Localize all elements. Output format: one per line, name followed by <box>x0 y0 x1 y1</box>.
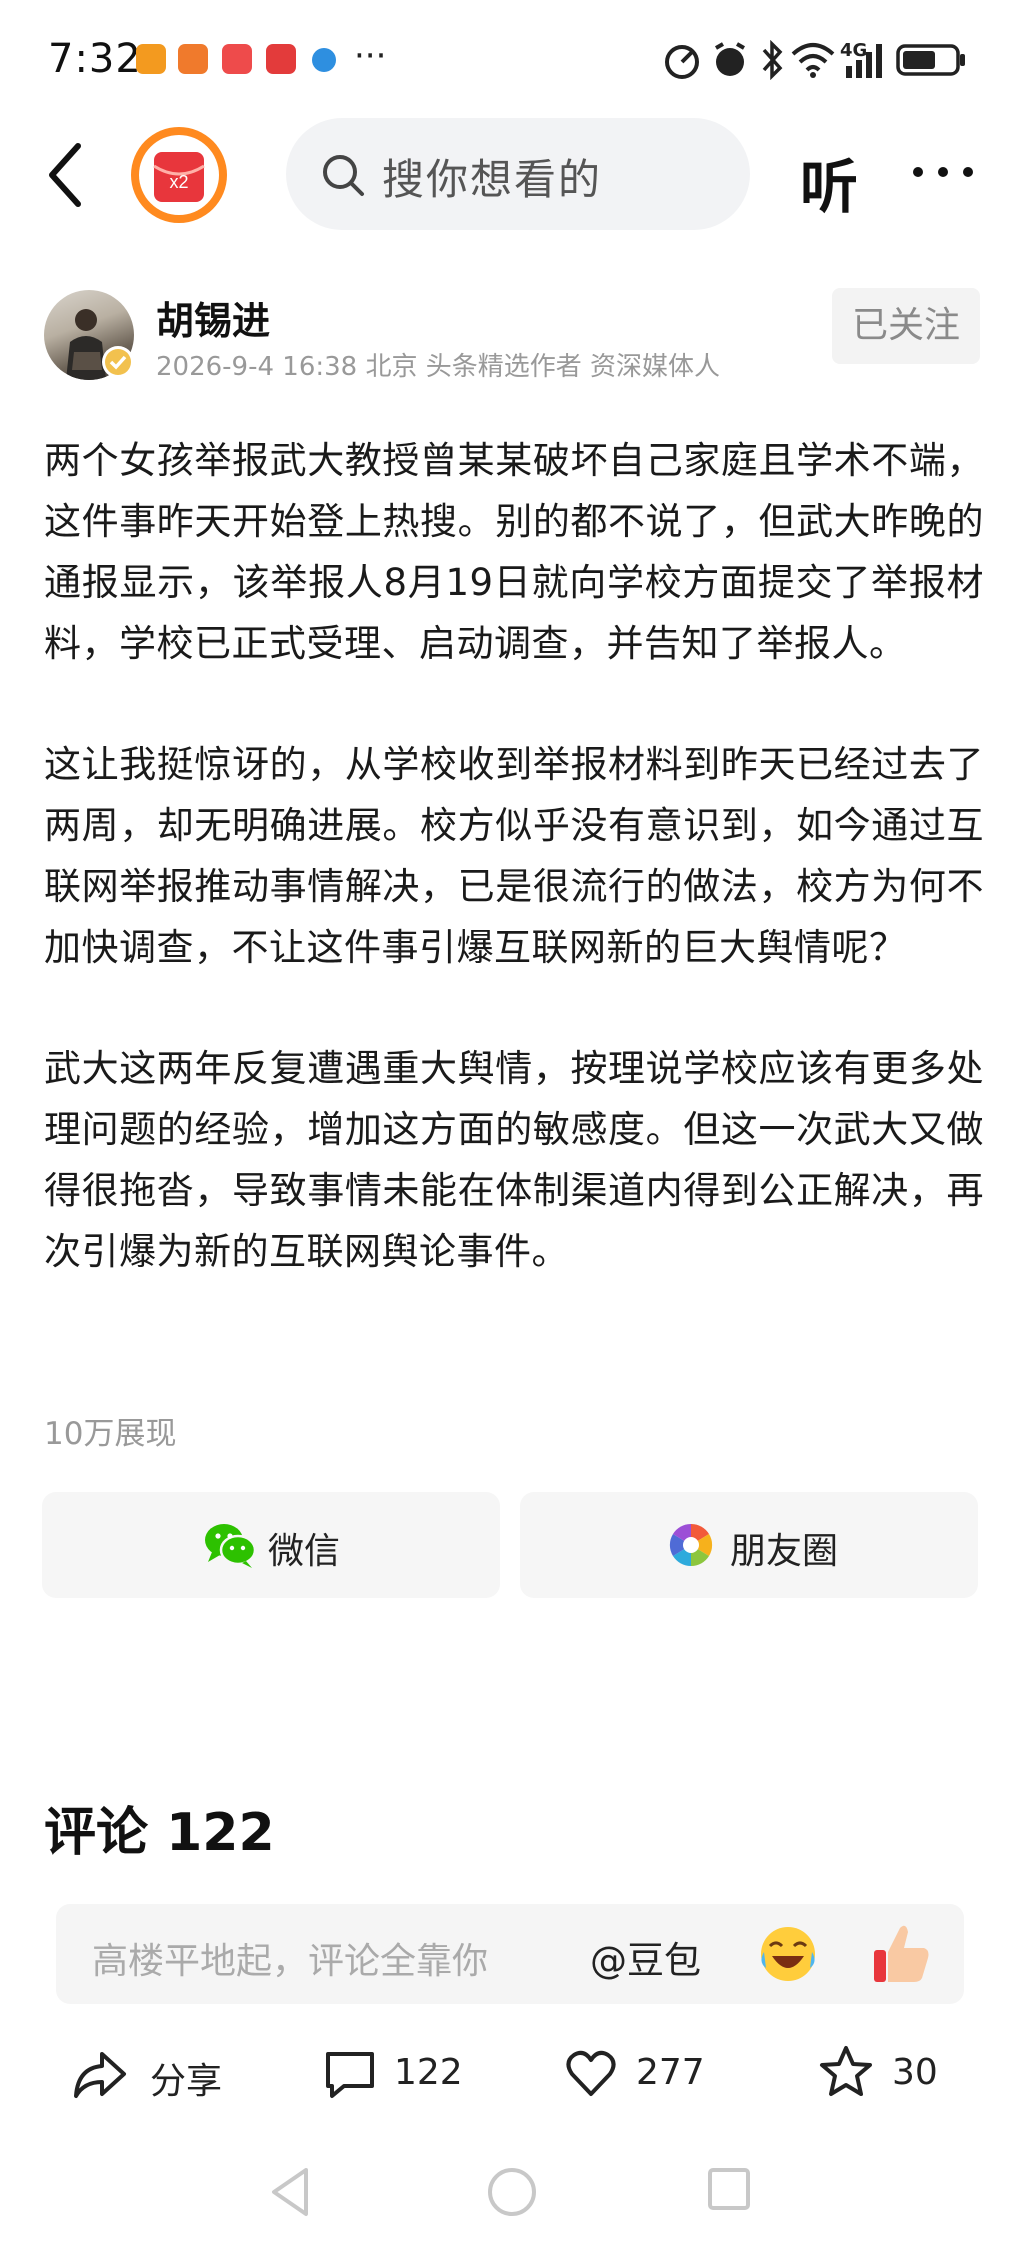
system-nav-bar <box>0 2150 1020 2250</box>
dnd-icon <box>665 45 699 79</box>
favorite-count: 30 <box>892 2052 938 2093</box>
heart-icon <box>566 2050 616 2096</box>
share-action[interactable]: 分享 <box>72 2040 242 2110</box>
badge-text: x2 <box>169 172 188 192</box>
notification-app-icon <box>178 44 208 74</box>
comment-count: 122 <box>394 2052 463 2093</box>
share-arrow-icon <box>74 2052 126 2098</box>
author-name[interactable]: 胡锡进 <box>156 290 270 345</box>
nav-recents-icon[interactable] <box>704 2164 754 2214</box>
red-packet-badge[interactable]: x2 <box>128 124 230 226</box>
share-moments-label: 朋友圈 <box>730 1531 839 1572</box>
favorite-action[interactable]: 30 <box>818 2040 968 2110</box>
comment-icon <box>326 2052 374 2098</box>
more-options-icon[interactable] <box>910 152 976 192</box>
thumbs-up-emoji-icon[interactable] <box>870 1920 932 1986</box>
like-count: 277 <box>636 2052 705 2093</box>
signal-icon <box>846 44 882 78</box>
article-paragraph: 武大这两年反复遭遇重大舆情，按理说学校应该有更多处理问题的经验，增加这方面的敏感… <box>44 1047 984 1273</box>
comment-input[interactable]: 高楼平地起，评论全靠你 @豆包 <box>56 1904 964 2004</box>
nav-back-icon[interactable] <box>266 2164 316 2220</box>
comment-placeholder: 高楼平地起，评论全靠你 <box>92 1941 489 1982</box>
article-paragraph: 这让我挺惊讶的，从学校收到举报材料到昨天已经过去了两周，却无明确进展。校方似乎没… <box>44 743 984 969</box>
comments-title: 评论 122 <box>44 1803 275 1863</box>
notification-app-icon <box>222 44 252 74</box>
alarm-icon <box>715 42 745 76</box>
verified-badge-icon <box>102 346 134 378</box>
listen-button[interactable]: 听 <box>800 140 858 224</box>
laughing-emoji-icon[interactable] <box>756 1922 820 1986</box>
more-notifications-icon: ··· <box>354 36 387 76</box>
red-packet-icon: x2 <box>131 127 227 223</box>
comment-action[interactable]: 122 <box>322 2040 492 2110</box>
search-icon <box>323 155 364 196</box>
search-placeholder: 搜你想看的 <box>382 155 603 204</box>
article-body: 两个女孩举报武大教授曾某某破坏自己家庭且学术不端，这件事昨天开始登上热搜。别的都… <box>44 430 984 1282</box>
doubao-mention-button[interactable]: @豆包 <box>590 1930 701 1984</box>
notification-app-icon <box>136 44 166 74</box>
share-moments-button[interactable]: 朋友圈 <box>520 1492 978 1598</box>
view-count: 10万展现 <box>44 1416 177 1452</box>
notification-app-icon <box>266 44 296 74</box>
share-wechat-label: 微信 <box>268 1531 341 1572</box>
wechat-icon <box>205 1524 257 1568</box>
nav-home-icon[interactable] <box>484 2164 540 2220</box>
moments-icon <box>669 1523 713 1567</box>
notification-app-icon <box>312 48 336 72</box>
star-icon <box>820 2046 872 2096</box>
back-button[interactable] <box>38 140 98 210</box>
article-paragraph: 两个女孩举报武大教授曾某某破坏自己家庭且学术不端，这件事昨天开始登上热搜。别的都… <box>44 439 984 665</box>
battery-icon <box>896 44 965 76</box>
share-wechat-button[interactable]: 微信 <box>42 1492 500 1598</box>
share-label: 分享 <box>150 2061 223 2102</box>
wifi-icon <box>791 43 835 78</box>
search-bar[interactable]: 搜你想看的 <box>286 118 750 230</box>
status-time: 7:32 <box>48 36 142 82</box>
like-action[interactable]: 277 <box>564 2040 734 2110</box>
status-bar: 7:32 ··· 4G <box>0 0 1020 120</box>
follow-button[interactable]: 已关注 <box>832 288 980 364</box>
bluetooth-icon <box>762 40 783 80</box>
author-meta: 2026-9-4 16:38 北京 头条精选作者 资深媒体人 <box>156 352 721 382</box>
